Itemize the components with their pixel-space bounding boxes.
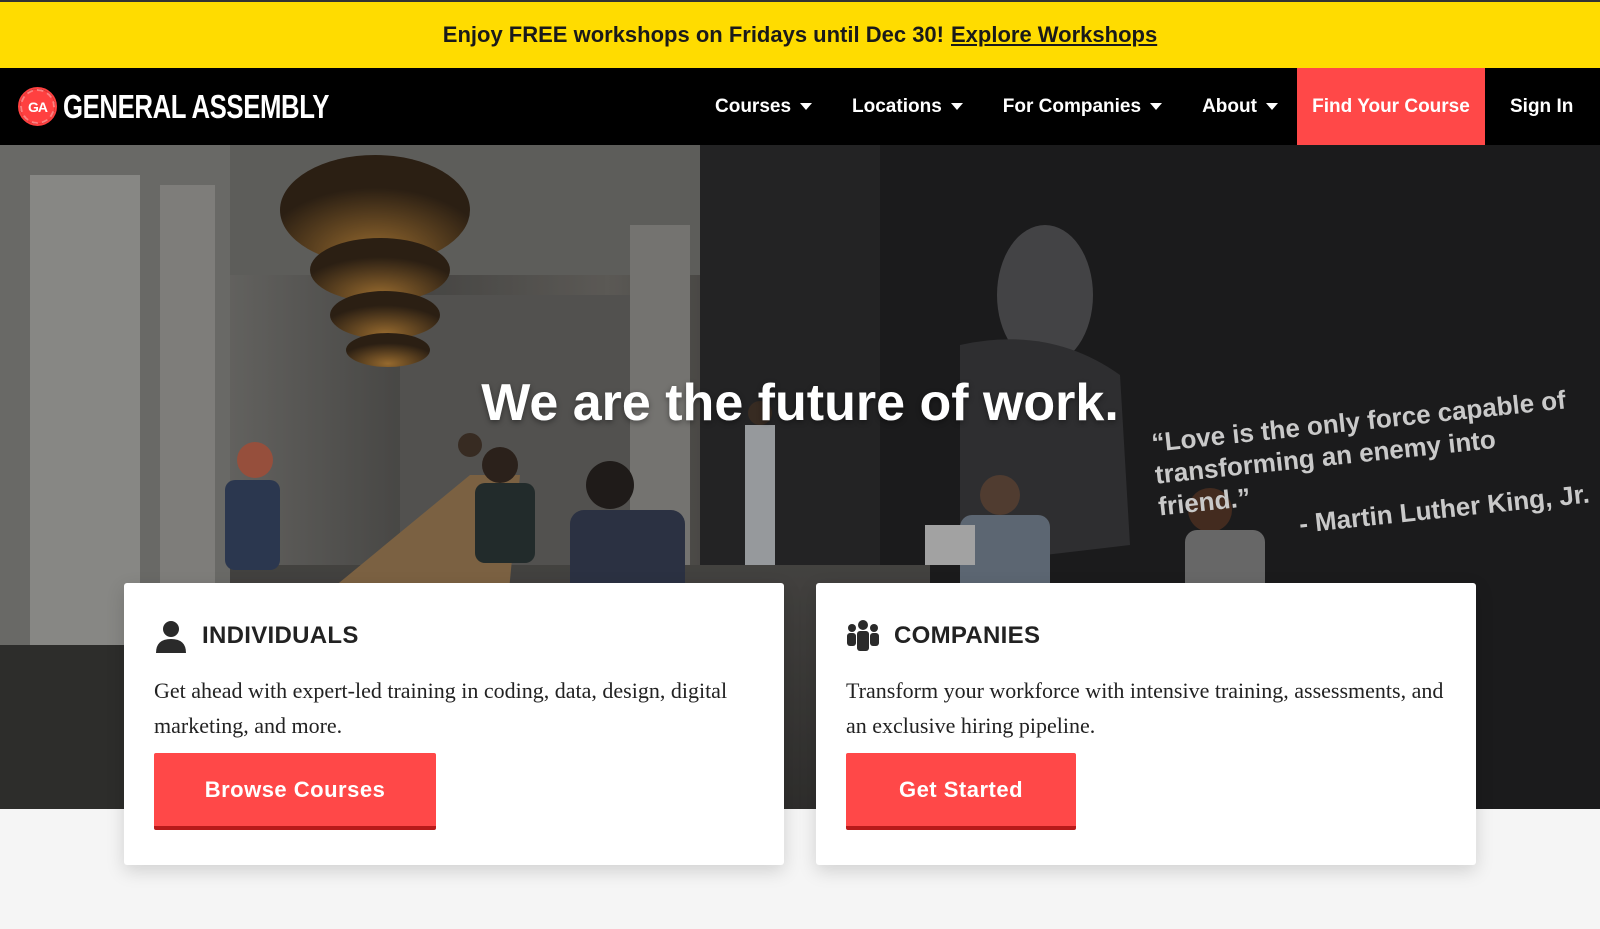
group-icon bbox=[847, 620, 879, 651]
promo-banner: Enjoy FREE workshops on Fridays until De… bbox=[0, 0, 1600, 68]
sign-in-link[interactable]: Sign In bbox=[1510, 68, 1573, 145]
chevron-down-icon bbox=[950, 103, 963, 110]
chevron-down-icon bbox=[800, 103, 813, 110]
nav-locations-label: Locations bbox=[852, 95, 942, 117]
logo[interactable]: GA GENERAL ASSEMBLY bbox=[18, 68, 404, 145]
nav-locations[interactable]: Locations bbox=[852, 96, 963, 118]
individuals-card: INDIVIDUALS Get ahead with expert-led tr… bbox=[124, 583, 784, 865]
logo-text: GENERAL ASSEMBLY bbox=[63, 87, 329, 125]
companies-card-header: COMPANIES bbox=[846, 619, 1040, 653]
nav-for-companies-label: For Companies bbox=[1002, 95, 1142, 117]
chevron-down-icon bbox=[1150, 103, 1163, 110]
top-navbar: GA GENERAL ASSEMBLY Courses Locations Fo… bbox=[0, 68, 1600, 145]
find-your-course-button[interactable]: Find Your Course bbox=[1297, 68, 1485, 145]
companies-card: COMPANIES Transform your workforce with … bbox=[816, 583, 1476, 865]
nav-for-companies[interactable]: For Companies bbox=[1002, 95, 1163, 118]
companies-description: Transform your workforce with intensive … bbox=[846, 678, 1444, 738]
nav-links: Courses Locations For Companies About bbox=[715, 68, 1318, 145]
person-icon bbox=[156, 621, 186, 653]
nav-courses-label: Courses bbox=[715, 95, 792, 117]
individuals-title: INDIVIDUALS bbox=[202, 622, 359, 649]
companies-title: COMPANIES bbox=[894, 622, 1041, 649]
browse-courses-button[interactable]: Browse Courses bbox=[154, 753, 436, 830]
nav-about-label: About bbox=[1202, 95, 1257, 117]
individuals-description: Get ahead with expert-led training in co… bbox=[154, 678, 728, 738]
chevron-down-icon bbox=[1265, 103, 1278, 110]
hero-title: We are the future of work. bbox=[481, 374, 1119, 432]
nav-courses[interactable]: Courses bbox=[715, 95, 813, 118]
ga-logo-icon: GA bbox=[18, 87, 57, 126]
get-started-button[interactable]: Get Started bbox=[846, 753, 1076, 830]
individuals-card-header: INDIVIDUALS bbox=[154, 619, 359, 653]
nav-about[interactable]: About bbox=[1202, 96, 1278, 118]
explore-workshops-link[interactable]: Explore Workshops bbox=[951, 22, 1157, 48]
promo-text: Enjoy FREE workshops on Fridays until De… bbox=[442, 22, 944, 47]
